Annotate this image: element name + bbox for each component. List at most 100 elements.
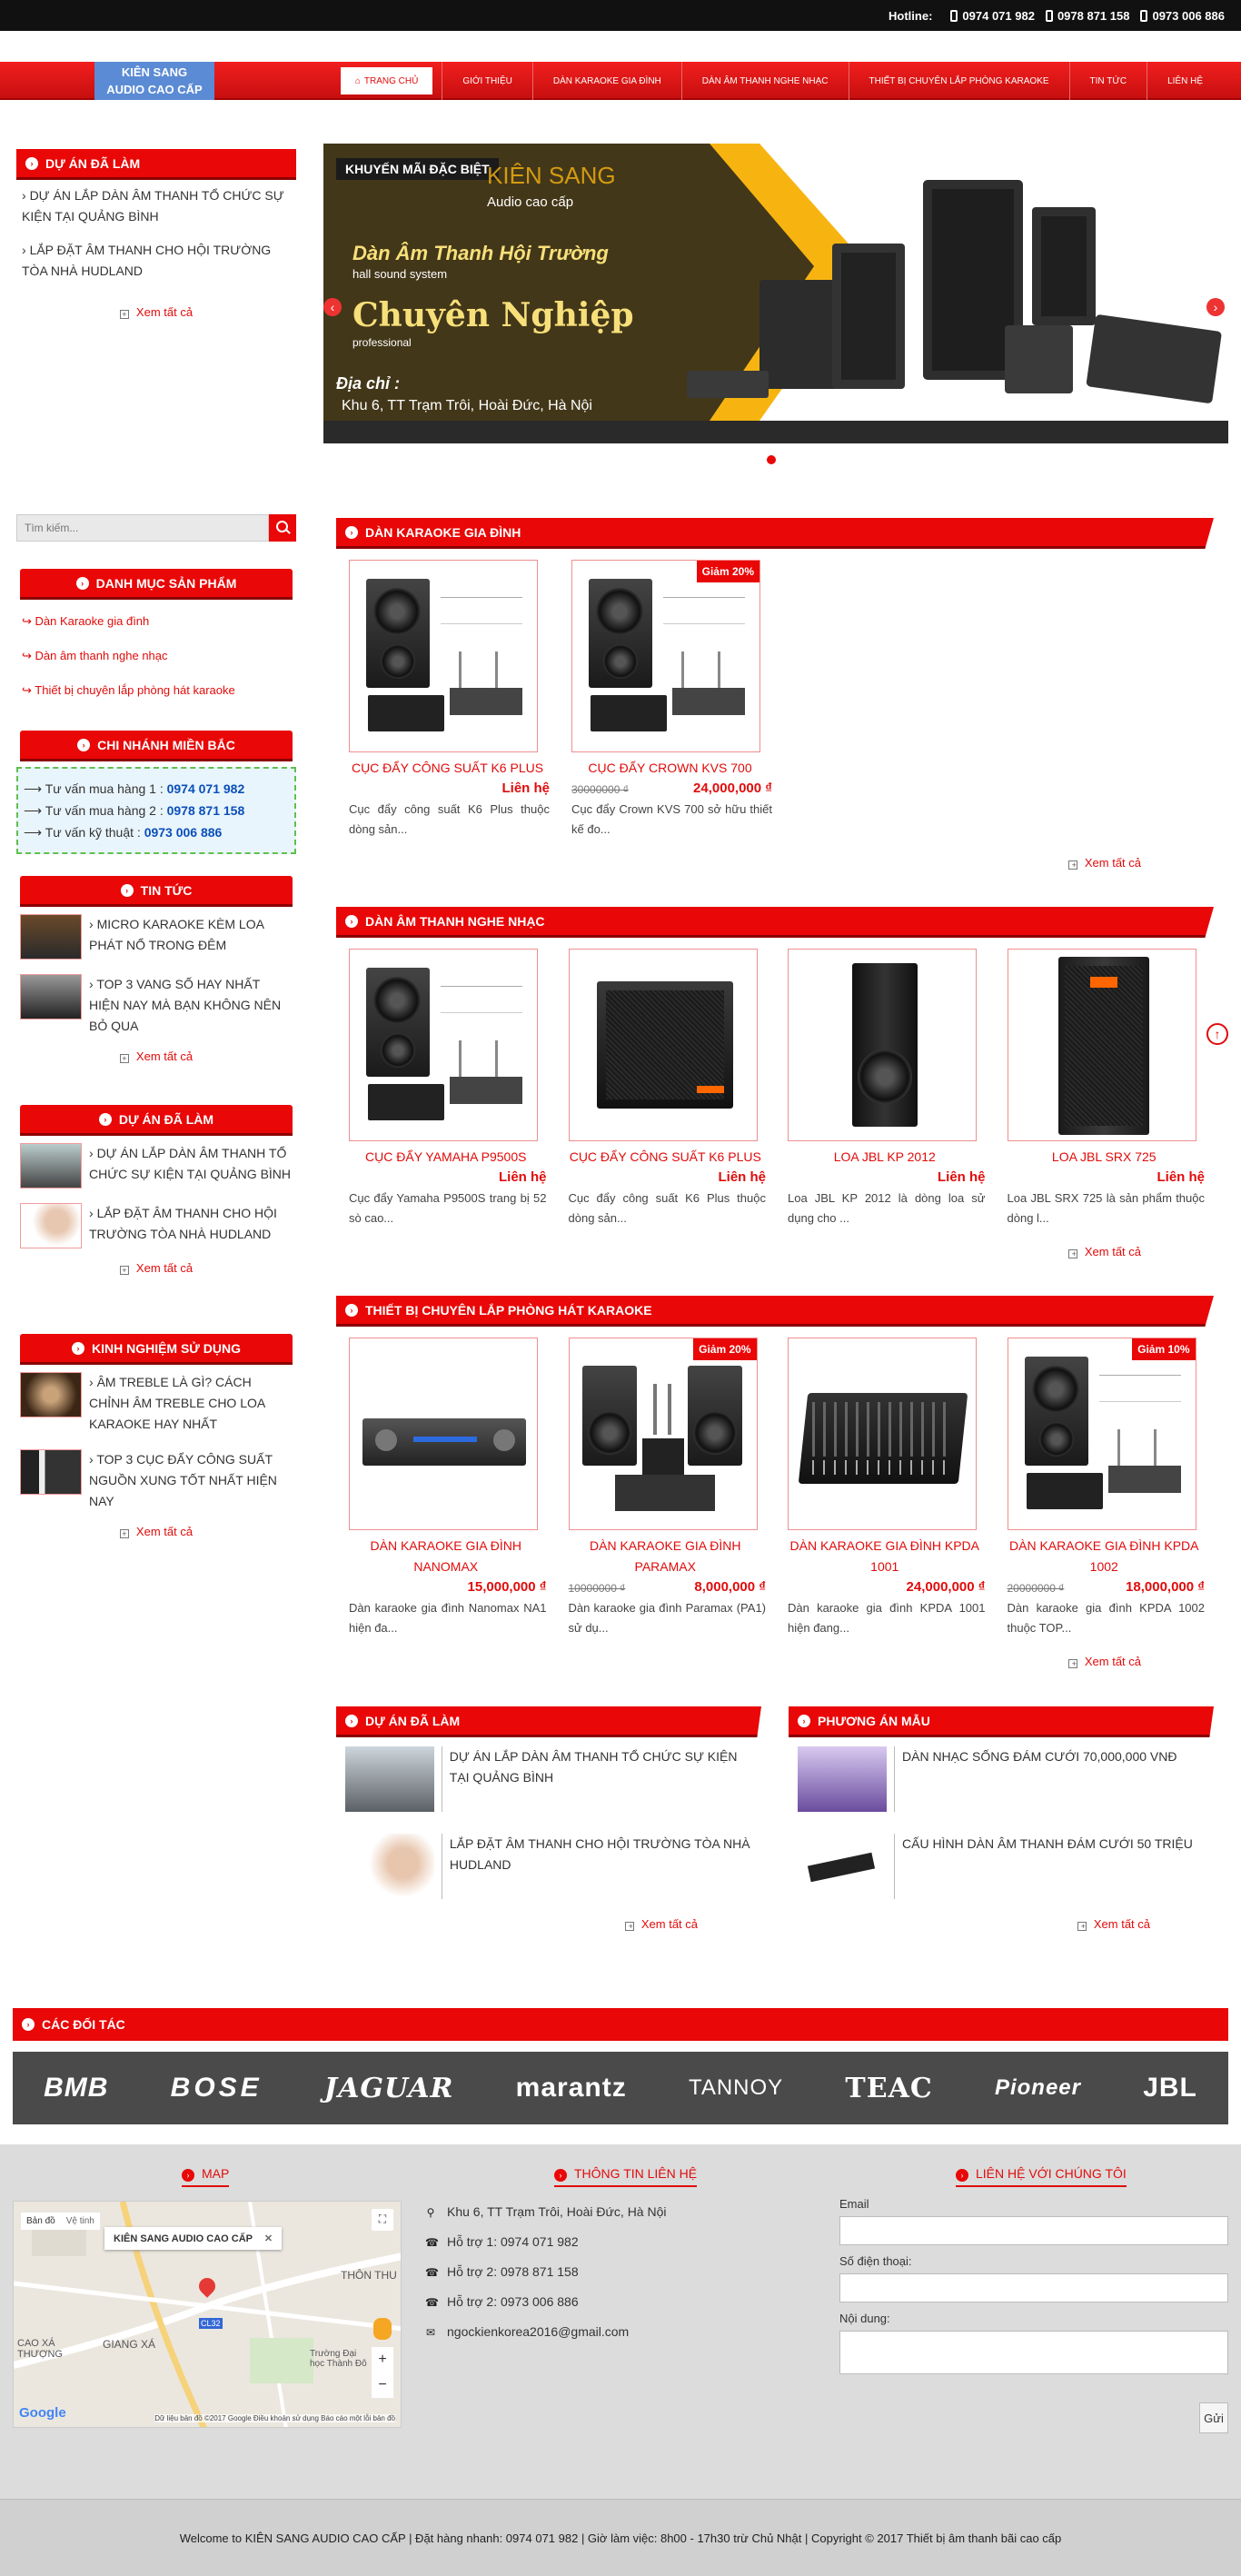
- project-item[interactable]: › DỰ ÁN LẮP DÀN ÂM THANH TỔ CHỨC SỰ KIỆN…: [16, 1136, 296, 1196]
- product-card[interactable]: CỤC ĐẨY CÔNG SUẤT K6 PLUS Liên hệ Cục đẩy …: [556, 949, 776, 1228]
- plans-box-title[interactable]: › PHƯƠNG ÁN MẪU: [789, 1706, 1214, 1737]
- category-link[interactable]: Dàn Karaoke gia đình: [16, 605, 296, 640]
- view-all-link[interactable]: + Xem tất cả: [336, 856, 1214, 870]
- list-item[interactable]: › DỰ ÁN LẮP DÀN ÂM THANH TỔ CHỨC SỰ KIỆN…: [22, 185, 291, 227]
- product-image[interactable]: Giảm 10%: [1007, 1338, 1196, 1530]
- partner-logo-pioneer[interactable]: Pioneer: [995, 2075, 1081, 2101]
- nav-equipment[interactable]: THIẾT BỊ CHUYÊN LẮP PHÒNG KARAOKE: [848, 62, 1069, 100]
- branch-phone[interactable]: 0978 871 158: [167, 803, 245, 818]
- partner-logo-bmb[interactable]: BMB: [44, 2073, 108, 2104]
- slide-dot[interactable]: [750, 455, 759, 464]
- nav-home[interactable]: ⌂ TRANG CHỦ: [340, 67, 433, 94]
- project-item[interactable]: DỰ ÁN LẮP DÀN ÂM THANH TỔ CHỨC SỰ KIỆN T…: [336, 1737, 761, 1825]
- fullscreen-icon[interactable]: ⛶: [372, 2209, 393, 2231]
- product-card[interactable]: Giảm 20% DÀN KARAOKE GIA ĐÌNH PARAMAX 1000…: [556, 1338, 776, 1638]
- plan-item[interactable]: DÀN NHẠC SỐNG ĐÁM CƯỚI 70,000,000 VNĐ: [789, 1737, 1214, 1825]
- product-image[interactable]: [568, 949, 758, 1141]
- product-name[interactable]: DÀN KARAOKE GIA ĐÌNH NANOMAX: [336, 1536, 556, 1577]
- banner-next-arrow[interactable]: ›: [1206, 298, 1225, 316]
- phone-2[interactable]: 0978 871 158: [1045, 9, 1129, 23]
- nav-contact[interactable]: LIÊN HỆ: [1147, 62, 1223, 100]
- phone-1[interactable]: 0974 071 982: [950, 9, 1035, 23]
- zoom-in-button[interactable]: +: [372, 2347, 393, 2372]
- view-all-link[interactable]: + Xem tất cả: [336, 1917, 761, 1931]
- contact-phone-2[interactable]: ☎ Hỗ trợ 2: 0978 871 158: [425, 2257, 667, 2287]
- product-name[interactable]: DÀN KARAOKE GIA ĐÌNH PARAMAX: [556, 1536, 776, 1577]
- email-field[interactable]: [839, 2216, 1228, 2245]
- slide-dot[interactable]: [783, 455, 792, 464]
- product-name[interactable]: DÀN KARAOKE GIA ĐÌNH KPDA 1002: [995, 1536, 1215, 1577]
- product-card[interactable]: CỤC ĐẨY CÔNG SUẤT K6 PLUS Liên hệ Cục đẩy …: [336, 560, 559, 840]
- product-image[interactable]: [788, 1338, 977, 1530]
- product-name[interactable]: CỤC ĐẨY CROWN KVS 700: [559, 758, 781, 779]
- list-item[interactable]: › LẮP ĐẶT ÂM THANH CHO HỘI TRƯỜNG TÒA NH…: [22, 240, 291, 282]
- project-item[interactable]: › LẮP ĐẶT ÂM THANH CHO HỘI TRƯỜNG TÒA NH…: [16, 1196, 296, 1256]
- nav-karaoke[interactable]: DÀN KARAOKE GIA ĐÌNH: [531, 62, 681, 100]
- banner-prev-arrow[interactable]: ‹: [323, 298, 342, 316]
- slide-dot[interactable]: [767, 455, 776, 464]
- product-image[interactable]: [1007, 949, 1196, 1141]
- category-link[interactable]: Dàn âm thanh nghe nhạc: [16, 640, 296, 674]
- product-name[interactable]: CỤC ĐẨY CÔNG SUẤT K6 PLUS: [336, 758, 559, 779]
- content-textarea[interactable]: [839, 2331, 1228, 2374]
- contact-phone-1[interactable]: ☎ Hỗ trợ 1: 0974 071 982: [425, 2227, 667, 2257]
- branch-phone[interactable]: 0973 006 886: [144, 825, 223, 840]
- partner-logo-jaguar[interactable]: JAGUAR: [324, 2073, 454, 2104]
- product-image[interactable]: Giảm 20%: [568, 1338, 758, 1530]
- map-tab-map[interactable]: Bản đồ: [26, 2216, 55, 2226]
- project-item[interactable]: LẮP ĐẶT ÂM THANH CHO HỘI TRƯỜNG TÒA NHÀ …: [336, 1825, 761, 1912]
- product-image[interactable]: [349, 560, 538, 752]
- map-tab-satellite[interactable]: Vệ tinh: [66, 2216, 94, 2226]
- experience-item[interactable]: › ÂM TREBLE LÀ GÌ? CÁCH CHỈNH ÂM TREBLE …: [16, 1365, 296, 1442]
- view-all-link[interactable]: + Xem tất cả: [336, 1245, 1214, 1258]
- section-title[interactable]: › DÀN ÂM THANH NGHE NHẠC: [336, 907, 1214, 938]
- product-card[interactable]: Giảm 20% CỤC ĐẨY CROWN KVS 700 30000000 ₫ 2…: [559, 560, 781, 840]
- product-name[interactable]: DÀN KARAOKE GIA ĐÌNH KPDA 1001: [775, 1536, 995, 1577]
- product-card[interactable]: LOA JBL SRX 725 Liên hệ Loa JBL SRX 725 là…: [995, 949, 1215, 1228]
- view-all-link[interactable]: + Xem tất cả: [16, 1049, 296, 1063]
- view-all-link[interactable]: + Xem tất cả: [16, 1261, 296, 1275]
- view-all-link[interactable]: + Xem tất cả: [336, 1655, 1214, 1668]
- partner-logo-jbl[interactable]: JBL: [1143, 2073, 1197, 2104]
- phone-3[interactable]: 0973 006 886: [1140, 9, 1225, 23]
- product-name[interactable]: LOA JBL KP 2012: [775, 1147, 995, 1168]
- view-all-link[interactable]: + Xem tất cả: [789, 1917, 1214, 1931]
- section-title[interactable]: › DÀN KARAOKE GIA ĐÌNH: [336, 518, 1214, 549]
- news-item[interactable]: › MICRO KARAOKE KÈM LOA PHÁT NỔ TRONG ĐÊ…: [16, 907, 296, 967]
- news-item[interactable]: › TOP 3 VANG SỐ HAY NHẤT HIỆN NAY MÀ BẠN…: [16, 967, 296, 1044]
- partner-logo-tannoy[interactable]: TANNOY: [689, 2075, 783, 2101]
- product-card[interactable]: CỤC ĐẨY YAMAHA P9500S Liên hệ Cục đẩy Yama…: [336, 949, 556, 1228]
- scroll-to-top-button[interactable]: ↑: [1206, 1023, 1228, 1045]
- nav-about[interactable]: GIỚI THIỆU: [442, 62, 532, 100]
- section-title[interactable]: › THIẾT BỊ CHUYÊN LẮP PHÒNG HÁT KARAOKE: [336, 1296, 1214, 1327]
- experience-item[interactable]: › TOP 3 CỤC ĐẨY CÔNG SUẤT NGUỒN XUNG TỐT…: [16, 1442, 296, 1519]
- hero-banner[interactable]: KHUYẾN MÃI ĐẶC BIỆT KIÊN SANG Audio cao …: [323, 144, 1228, 480]
- zoom-out-button[interactable]: −: [372, 2372, 393, 2398]
- partner-logo-bose[interactable]: BOSE: [171, 2073, 263, 2104]
- projects-box-title[interactable]: › DỰ ÁN ĐÃ LÀM: [336, 1706, 761, 1737]
- nav-news[interactable]: TIN TỨC: [1068, 62, 1147, 100]
- view-all-link[interactable]: + Xem tất cả: [16, 305, 296, 319]
- google-map[interactable]: Bản đồ Vệ tinh KIÊN SANG AUDIO CAO CẤP ✕…: [13, 2201, 402, 2428]
- product-name[interactable]: LOA JBL SRX 725: [995, 1147, 1215, 1168]
- product-card[interactable]: Giảm 10% DÀN KARAOKE GIA ĐÌNH KPDA 1002 20…: [995, 1338, 1215, 1638]
- view-all-link[interactable]: + Xem tất cả: [16, 1525, 296, 1538]
- nav-music[interactable]: DÀN ÂM THANH NGHE NHẠC: [680, 62, 849, 100]
- product-image[interactable]: [349, 949, 538, 1141]
- category-link[interactable]: Thiết bị chuyên lắp phòng hát karaoke: [16, 674, 296, 709]
- search-button[interactable]: [269, 514, 296, 542]
- product-image[interactable]: Giảm 20%: [571, 560, 760, 752]
- product-card[interactable]: DÀN KARAOKE GIA ĐÌNH NANOMAX 15,000,000 ₫…: [336, 1338, 556, 1638]
- contact-phone-3[interactable]: ☎ Hỗ trợ 2: 0973 006 886: [425, 2287, 667, 2317]
- product-name[interactable]: CỤC ĐẨY YAMAHA P9500S: [336, 1147, 556, 1168]
- product-card[interactable]: LOA JBL KP 2012 Liên hệ Loa JBL KP 2012 là…: [775, 949, 995, 1228]
- partner-logo-teac[interactable]: TEAC: [845, 2073, 932, 2104]
- product-name[interactable]: CỤC ĐẨY CÔNG SUẤT K6 PLUS: [556, 1147, 776, 1168]
- partner-logo-marantz[interactable]: marantz: [516, 2073, 627, 2104]
- plan-item[interactable]: CẤU HÌNH DÀN ÂM THANH ĐÁM CƯỚI 50 TRIỆU: [789, 1825, 1214, 1912]
- street-view-icon[interactable]: [373, 2318, 392, 2340]
- search-input[interactable]: [16, 514, 269, 542]
- contact-email[interactable]: ✉ ngockienkorea2016@gmail.com: [425, 2317, 667, 2347]
- send-button[interactable]: Gửi: [1199, 2402, 1228, 2433]
- close-icon[interactable]: ✕: [264, 2233, 273, 2244]
